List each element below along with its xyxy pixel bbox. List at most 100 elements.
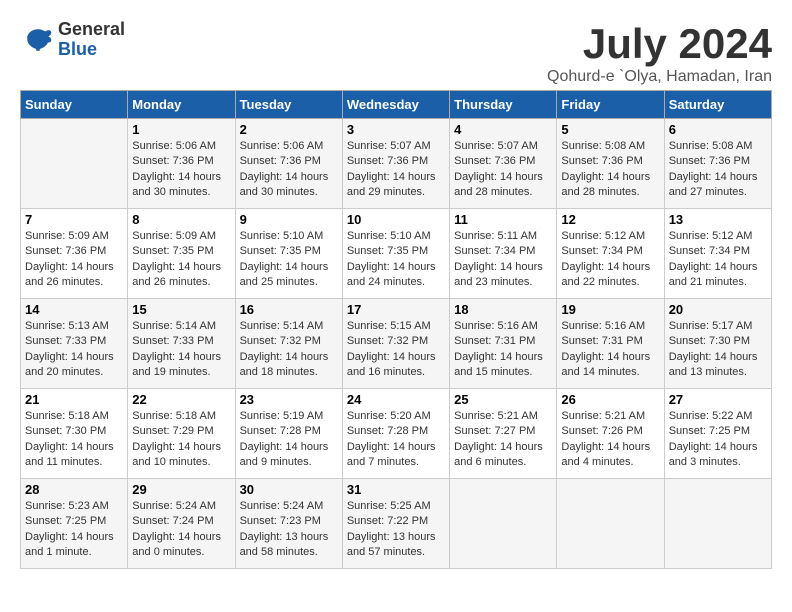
- calendar-cell: [557, 479, 664, 569]
- title-block: July 2024 Qohurd-e `Olya, Hamadan, Iran: [547, 20, 772, 86]
- day-number: 19: [561, 302, 659, 317]
- day-number: 1: [132, 122, 230, 137]
- week-row-3: 14 Sunrise: 5:13 AMSunset: 7:33 PMDayligh…: [21, 299, 772, 389]
- day-info: Sunrise: 5:10 AMSunset: 7:35 PMDaylight:…: [240, 229, 338, 291]
- day-info: Sunrise: 5:07 AMSunset: 7:36 PMDaylight:…: [347, 139, 445, 201]
- logo-icon: [20, 22, 56, 58]
- calendar-cell: 15 Sunrise: 5:14 AMSunset: 7:33 PMDayligh…: [128, 299, 235, 389]
- day-info: Sunrise: 5:18 AMSunset: 7:29 PMDaylight:…: [132, 409, 230, 471]
- header-cell-friday: Friday: [557, 91, 664, 119]
- day-info: Sunrise: 5:08 AMSunset: 7:36 PMDaylight:…: [561, 139, 659, 201]
- week-row-5: 28 Sunrise: 5:23 AMSunset: 7:25 PMDayligh…: [21, 479, 772, 569]
- subtitle: Qohurd-e `Olya, Hamadan, Iran: [547, 68, 772, 86]
- calendar-cell: 24 Sunrise: 5:20 AMSunset: 7:28 PMDayligh…: [342, 389, 449, 479]
- day-info: Sunrise: 5:14 AMSunset: 7:33 PMDaylight:…: [132, 319, 230, 381]
- day-info: Sunrise: 5:13 AMSunset: 7:33 PMDaylight:…: [25, 319, 123, 381]
- day-number: 3: [347, 122, 445, 137]
- day-info: Sunrise: 5:25 AMSunset: 7:22 PMDaylight:…: [347, 499, 445, 561]
- day-info: Sunrise: 5:14 AMSunset: 7:32 PMDaylight:…: [240, 319, 338, 381]
- logo-general: General: [58, 20, 125, 40]
- day-number: 24: [347, 392, 445, 407]
- calendar-cell: 14 Sunrise: 5:13 AMSunset: 7:33 PMDayligh…: [21, 299, 128, 389]
- page-header: General Blue July 2024 Qohurd-e `Olya, H…: [20, 20, 772, 86]
- week-row-4: 21Sunrise: 5:18 AMSunset: 7:30 PMDayligh…: [21, 389, 772, 479]
- day-number: 18: [454, 302, 552, 317]
- calendar-cell: 18 Sunrise: 5:16 AMSunset: 7:31 PMDayligh…: [450, 299, 557, 389]
- day-info: Sunrise: 5:09 AMSunset: 7:35 PMDaylight:…: [132, 229, 230, 291]
- day-number: 5: [561, 122, 659, 137]
- calendar-header: SundayMondayTuesdayWednesdayThursdayFrid…: [21, 91, 772, 119]
- calendar-cell: 13 Sunrise: 5:12 AMSunset: 7:34 PMDayligh…: [664, 209, 771, 299]
- day-number: 30: [240, 482, 338, 497]
- calendar-cell: 20Sunrise: 5:17 AMSunset: 7:30 PMDayligh…: [664, 299, 771, 389]
- day-number: 14: [25, 302, 123, 317]
- day-number: 21: [25, 392, 123, 407]
- calendar-cell: [21, 119, 128, 209]
- calendar-cell: 3 Sunrise: 5:07 AMSunset: 7:36 PMDaylight…: [342, 119, 449, 209]
- day-number: 9: [240, 212, 338, 227]
- day-info: Sunrise: 5:20 AMSunset: 7:28 PMDaylight:…: [347, 409, 445, 471]
- calendar-cell: 19 Sunrise: 5:16 AMSunset: 7:31 PMDayligh…: [557, 299, 664, 389]
- day-info: Sunrise: 5:09 AMSunset: 7:36 PMDaylight:…: [25, 229, 123, 291]
- day-number: 15: [132, 302, 230, 317]
- day-info: Sunrise: 5:06 AMSunset: 7:36 PMDaylight:…: [132, 139, 230, 201]
- calendar-cell: [664, 479, 771, 569]
- day-info: Sunrise: 5:21 AMSunset: 7:27 PMDaylight:…: [454, 409, 552, 471]
- day-info: Sunrise: 5:07 AMSunset: 7:36 PMDaylight:…: [454, 139, 552, 201]
- day-number: 8: [132, 212, 230, 227]
- day-number: 6: [669, 122, 767, 137]
- day-number: 17: [347, 302, 445, 317]
- calendar-cell: [450, 479, 557, 569]
- day-info: Sunrise: 5:21 AMSunset: 7:26 PMDaylight:…: [561, 409, 659, 471]
- day-info: Sunrise: 5:12 AMSunset: 7:34 PMDaylight:…: [669, 229, 767, 291]
- logo-text: General Blue: [58, 20, 125, 60]
- calendar-cell: 2 Sunrise: 5:06 AMSunset: 7:36 PMDaylight…: [235, 119, 342, 209]
- day-number: 13: [669, 212, 767, 227]
- header-cell-wednesday: Wednesday: [342, 91, 449, 119]
- day-number: 12: [561, 212, 659, 227]
- day-number: 28: [25, 482, 123, 497]
- day-info: Sunrise: 5:15 AMSunset: 7:32 PMDaylight:…: [347, 319, 445, 381]
- calendar-cell: 28 Sunrise: 5:23 AMSunset: 7:25 PMDayligh…: [21, 479, 128, 569]
- week-row-1: 1 Sunrise: 5:06 AMSunset: 7:36 PMDaylight…: [21, 119, 772, 209]
- day-number: 26: [561, 392, 659, 407]
- day-info: Sunrise: 5:06 AMSunset: 7:36 PMDaylight:…: [240, 139, 338, 201]
- day-number: 7: [25, 212, 123, 227]
- calendar-cell: 23 Sunrise: 5:19 AMSunset: 7:28 PMDayligh…: [235, 389, 342, 479]
- day-info: Sunrise: 5:16 AMSunset: 7:31 PMDaylight:…: [454, 319, 552, 381]
- calendar-cell: 9 Sunrise: 5:10 AMSunset: 7:35 PMDaylight…: [235, 209, 342, 299]
- calendar-body: 1 Sunrise: 5:06 AMSunset: 7:36 PMDaylight…: [21, 119, 772, 569]
- day-info: Sunrise: 5:19 AMSunset: 7:28 PMDaylight:…: [240, 409, 338, 471]
- header-cell-saturday: Saturday: [664, 91, 771, 119]
- day-number: 11: [454, 212, 552, 227]
- day-info: Sunrise: 5:23 AMSunset: 7:25 PMDaylight:…: [25, 499, 123, 561]
- day-info: Sunrise: 5:24 AMSunset: 7:24 PMDaylight:…: [132, 499, 230, 561]
- day-info: Sunrise: 5:22 AMSunset: 7:25 PMDaylight:…: [669, 409, 767, 471]
- day-info: Sunrise: 5:12 AMSunset: 7:34 PMDaylight:…: [561, 229, 659, 291]
- calendar-cell: 25Sunrise: 5:21 AMSunset: 7:27 PMDayligh…: [450, 389, 557, 479]
- day-info: Sunrise: 5:24 AMSunset: 7:23 PMDaylight:…: [240, 499, 338, 561]
- day-info: Sunrise: 5:08 AMSunset: 7:36 PMDaylight:…: [669, 139, 767, 201]
- calendar-cell: 17 Sunrise: 5:15 AMSunset: 7:32 PMDayligh…: [342, 299, 449, 389]
- calendar-cell: 27 Sunrise: 5:22 AMSunset: 7:25 PMDayligh…: [664, 389, 771, 479]
- day-number: 27: [669, 392, 767, 407]
- logo: General Blue: [20, 20, 125, 60]
- day-number: 23: [240, 392, 338, 407]
- day-number: 29: [132, 482, 230, 497]
- day-info: Sunrise: 5:10 AMSunset: 7:35 PMDaylight:…: [347, 229, 445, 291]
- day-number: 16: [240, 302, 338, 317]
- calendar-cell: 30 Sunrise: 5:24 AMSunset: 7:23 PMDayligh…: [235, 479, 342, 569]
- calendar-cell: 21Sunrise: 5:18 AMSunset: 7:30 PMDayligh…: [21, 389, 128, 479]
- day-info: Sunrise: 5:16 AMSunset: 7:31 PMDaylight:…: [561, 319, 659, 381]
- calendar-cell: 16 Sunrise: 5:14 AMSunset: 7:32 PMDayligh…: [235, 299, 342, 389]
- day-number: 2: [240, 122, 338, 137]
- day-number: 31: [347, 482, 445, 497]
- day-number: 4: [454, 122, 552, 137]
- calendar-cell: 26 Sunrise: 5:21 AMSunset: 7:26 PMDayligh…: [557, 389, 664, 479]
- calendar-cell: 11Sunrise: 5:11 AMSunset: 7:34 PMDayligh…: [450, 209, 557, 299]
- logo-blue: Blue: [58, 40, 125, 60]
- calendar-cell: 7 Sunrise: 5:09 AMSunset: 7:36 PMDaylight…: [21, 209, 128, 299]
- main-title: July 2024: [547, 20, 772, 68]
- calendar-cell: 12 Sunrise: 5:12 AMSunset: 7:34 PMDayligh…: [557, 209, 664, 299]
- calendar-cell: 10Sunrise: 5:10 AMSunset: 7:35 PMDayligh…: [342, 209, 449, 299]
